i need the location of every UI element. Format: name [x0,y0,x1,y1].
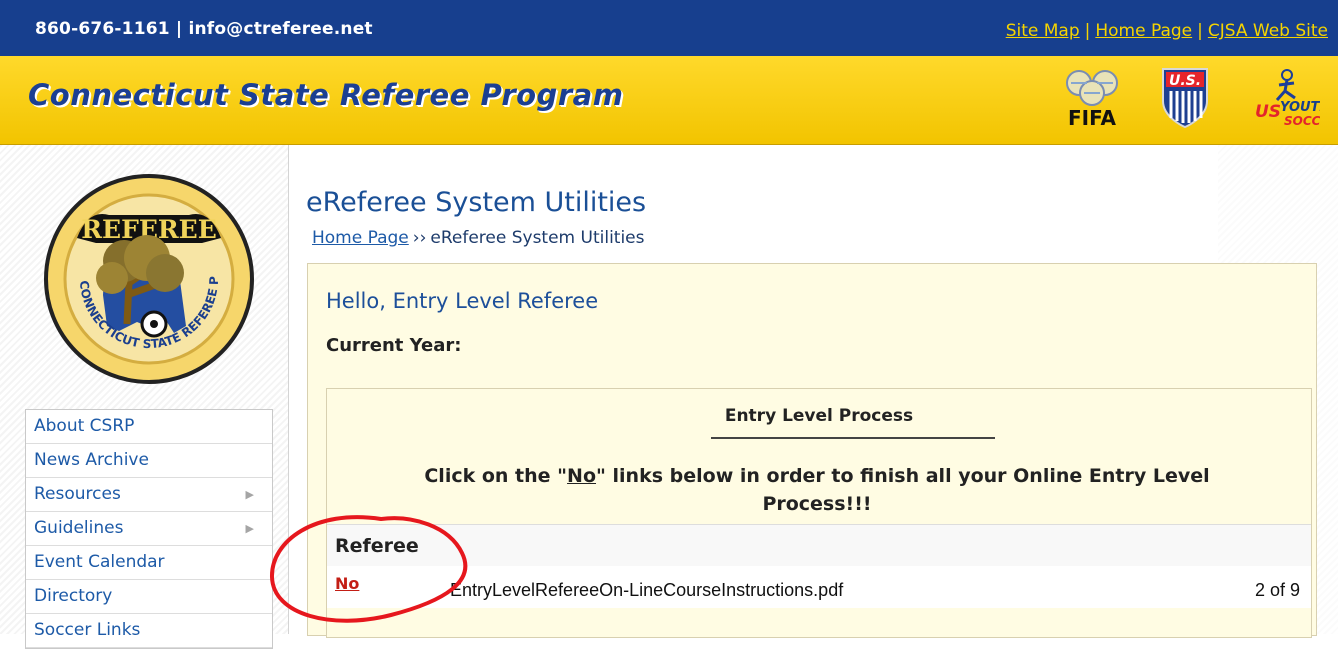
svg-text:US: US [1255,102,1281,122]
user-greeting: Hello, Entry Level Referee [326,289,599,313]
sidebar-item-label: News Archive [34,450,149,470]
instruction-prefix: Click on the " [424,465,568,487]
top-links: Site Map | Home Page | CJSA Web Site [1006,21,1328,41]
link-separator: | [1197,21,1203,41]
us-youth-soccer-icon: US YOUTH SOCCER [1255,69,1320,128]
referee-program-seal-icon: REFEREE CONNECTICUT STATE REFEREE PROGRA… [42,172,254,384]
top-bar: 860-676-1161 | info@ctreferee.net Site M… [0,0,1338,56]
breadcrumb: Home Page ›› eReferee System Utilities [312,228,645,248]
fifa-globe-icon: FIFA [1066,70,1118,130]
chevron-right-icon: ▶ [245,522,254,535]
process-title: Entry Level Process [724,406,914,426]
sidebar-item-guidelines[interactable]: Guidelines ▶ [26,512,272,546]
instruction-no-link: No [567,465,597,487]
instruction-suffix: " links below in order to finish all you… [596,465,1210,515]
sidebar-item-label: Directory [34,586,113,606]
svg-text:U.S.: U.S. [1169,73,1201,89]
page-title: eReferee System Utilities [306,187,647,219]
red-circle-annotation-icon [269,515,468,623]
sidebar-item-event-calendar[interactable]: Event Calendar [26,546,272,580]
breadcrumb-current: eReferee System Utilities [430,228,645,248]
sidebar-item-directory[interactable]: Directory [26,580,272,614]
chevron-right-icon: ▶ [245,488,254,501]
document-filename: EntryLevelRefereeOn-LineCourseInstructio… [450,580,844,600]
left-sidebar: REFEREE CONNECTICUT STATE REFEREE PROGRA… [0,145,289,649]
sidebar-item-label: Event Calendar [34,552,165,572]
sidebar-item-soccer-links[interactable]: Soccer Links [26,614,272,648]
cjsa-web-site-link[interactable]: CJSA Web Site [1208,21,1328,41]
contact-info: 860-676-1161 | info@ctreferee.net [35,19,373,39]
sidebar-item-label: Resources [34,484,121,504]
site-banner: Connecticut State Referee Program FIFA U… [0,56,1338,145]
sidebar-item-label: Guidelines [34,518,124,538]
svg-text:FIFA: FIFA [1068,106,1116,130]
us-soccer-logo[interactable]: U.S. [1157,63,1213,133]
breadcrumb-separator: ›› [412,228,427,248]
breadcrumb-home-link[interactable]: Home Page [312,228,409,248]
process-instructions: Click on the "No" links below in order t… [382,462,1252,518]
sidebar-item-label: Soccer Links [34,620,141,640]
svg-text:YOUTH: YOUTH [1280,100,1320,115]
site-title: Connecticut State Referee Program [28,78,624,112]
sidebar-item-label: About CSRP [34,416,135,436]
us-youth-soccer-logo[interactable]: US YOUTH SOCCER [1248,63,1320,133]
fifa-logo[interactable]: FIFA [1061,63,1123,133]
sidebar-item-about-csrp[interactable]: About CSRP [26,410,272,444]
left-navigation: About CSRP News Archive Resources ▶ Guide… [25,409,273,649]
svg-text:SOCCER: SOCCER [1284,114,1320,128]
site-map-link[interactable]: Site Map [1006,21,1080,41]
us-soccer-shield-icon: U.S. [1162,68,1208,129]
title-divider [711,437,995,439]
sidebar-item-news-archive[interactable]: News Archive [26,444,272,478]
home-page-link[interactable]: Home Page [1095,21,1192,41]
current-year-label: Current Year: [326,335,462,356]
sidebar-item-resources[interactable]: Resources ▶ [26,478,272,512]
link-separator: | [1084,21,1091,41]
page-counter: 2 of 9 [1255,580,1301,600]
